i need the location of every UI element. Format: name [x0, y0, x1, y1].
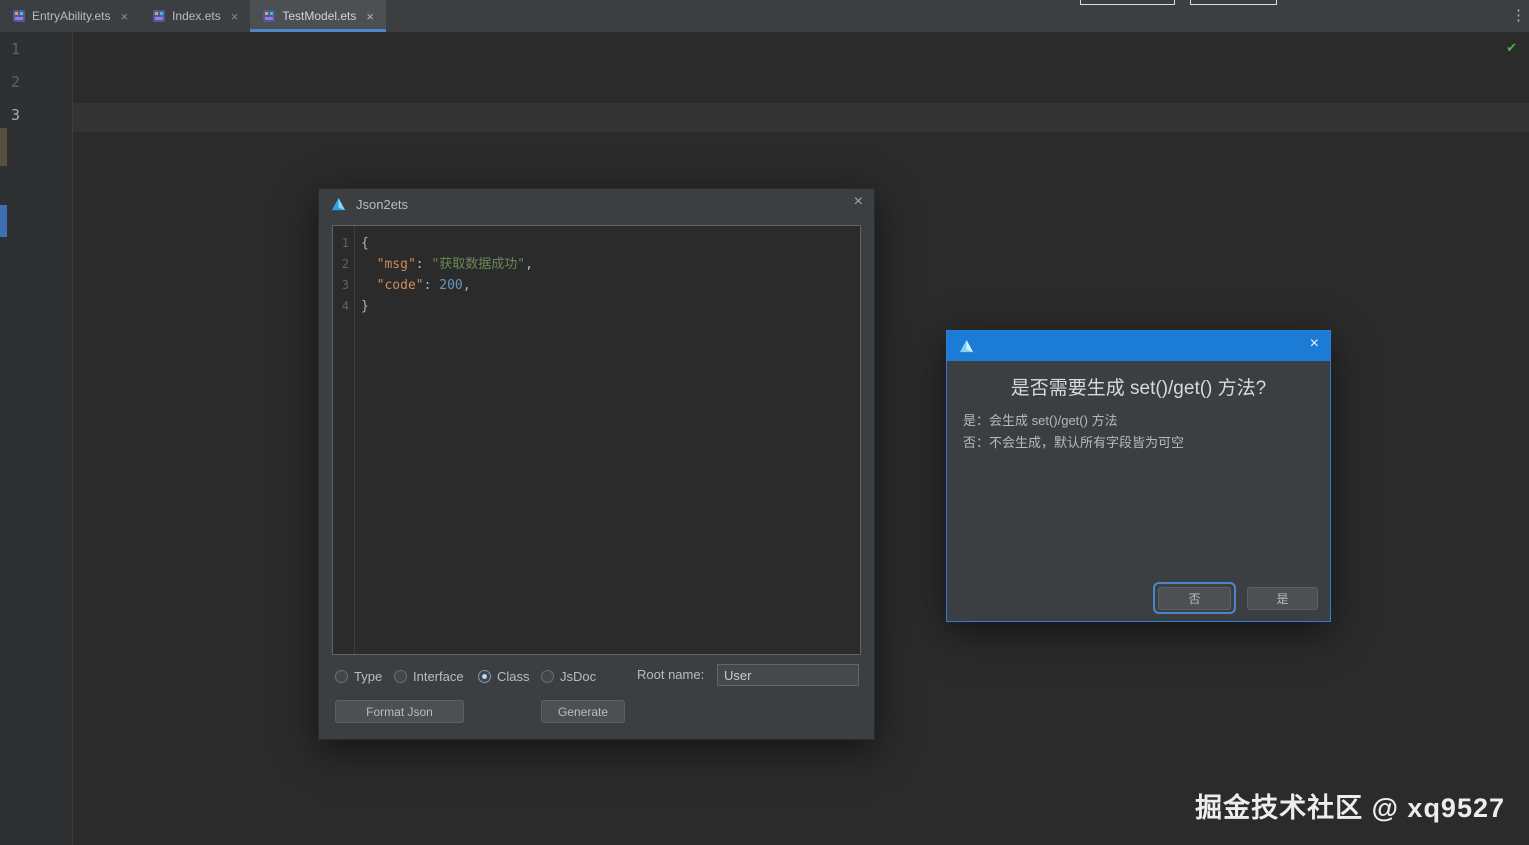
line-number: 3: [11, 106, 21, 124]
code-token: :: [423, 278, 440, 293]
radio-label[interactable]: JsDoc: [560, 669, 596, 684]
dialog-title: Json2ets: [356, 196, 409, 212]
tab-options-kebab-icon[interactable]: ⋮: [1511, 6, 1526, 24]
radio-label[interactable]: Type: [354, 669, 382, 684]
ets-file-icon: [12, 9, 26, 23]
close-icon[interactable]: ×: [854, 194, 863, 210]
radio-label[interactable]: Class: [497, 669, 530, 684]
line-number: 3: [341, 278, 349, 292]
ets-file-icon: [152, 9, 166, 23]
json-editor-gutter: 1 2 3 4: [333, 226, 355, 654]
radio-interface[interactable]: Interface: [394, 665, 464, 687]
line-number: 1: [11, 40, 21, 58]
ide-window: EntryAbility.ets × Index.ets × TestModel…: [0, 0, 1529, 845]
setget-confirm-dialog: × 是否需要生成 set()/get() 方法? 是：会生成 set()/get…: [946, 330, 1331, 622]
radio-circle-icon[interactable]: [394, 669, 407, 683]
tab-close-icon[interactable]: ×: [366, 10, 374, 23]
code-token: ,: [525, 257, 533, 272]
radio-label[interactable]: Interface: [413, 669, 464, 684]
json2ets-dialog-titlebar[interactable]: Json2ets ×: [319, 189, 874, 219]
line-number: 2: [341, 257, 349, 271]
json2ets-logo-icon: [331, 197, 346, 212]
tab-index[interactable]: Index.ets ×: [140, 0, 250, 32]
format-json-button[interactable]: Format Json: [335, 700, 464, 723]
json-input-editor[interactable]: 1 2 3 4 { "msg": "获取数据成功", "code": 200, …: [332, 225, 861, 655]
json-code: { "msg": "获取数据成功", "code": 200, }: [361, 233, 856, 317]
code-line: "code": 200,: [361, 275, 856, 296]
editor-tab-bar: EntryAbility.ets × Index.ets × TestModel…: [0, 0, 1529, 33]
selection-marker: [0, 205, 7, 237]
yes-button[interactable]: 是: [1247, 587, 1318, 610]
confirm-yes-description: 是：会生成 set()/get() 方法: [963, 413, 1118, 428]
code-line: }: [361, 296, 856, 317]
root-name-label: Root name:: [637, 667, 705, 682]
no-button[interactable]: 否: [1158, 587, 1231, 610]
code-token: "msg": [361, 257, 416, 272]
code-token: 200: [439, 278, 463, 293]
line-number: 1: [341, 236, 349, 250]
code-token: ,: [462, 278, 471, 293]
json2ets-logo-icon: [959, 339, 974, 354]
toolbar-widget-cutoff[interactable]: [1080, 0, 1175, 5]
confirm-question-title: 是否需要生成 set()/get() 方法?: [1010, 378, 1267, 399]
radio-type[interactable]: Type: [335, 665, 382, 687]
tab-testmodel-active[interactable]: TestModel.ets ×: [250, 0, 386, 32]
code-token: {: [361, 236, 369, 251]
radio-class-selected[interactable]: Class: [478, 665, 530, 687]
radio-circle-icon[interactable]: [478, 669, 491, 683]
radio-jsdoc[interactable]: JsDoc: [541, 665, 596, 687]
code-token: "获取数据成功": [431, 257, 526, 272]
line-number: 4: [341, 299, 349, 313]
generate-button[interactable]: Generate: [541, 700, 625, 723]
tab-label: TestModel.ets: [282, 9, 357, 23]
watermark-text: 掘金技术社区 @ xq9527: [1195, 793, 1505, 823]
confirm-dialog-titlebar[interactable]: ×: [947, 331, 1330, 361]
editor-gutter: 1 2 3: [0, 33, 73, 845]
toolbar-widget-cutoff[interactable]: [1190, 0, 1277, 5]
caret-line-highlight: [0, 103, 1529, 132]
code-line: "msg": "获取数据成功",: [361, 254, 856, 275]
tab-close-icon[interactable]: ×: [120, 10, 128, 23]
json2ets-dialog: Json2ets × 1 2 3 4 { "msg": "获取数据成功", "c…: [318, 188, 875, 740]
ets-file-icon: [262, 9, 276, 23]
radio-circle-icon[interactable]: [335, 669, 348, 683]
code-line: {: [361, 233, 856, 254]
line-number: 2: [11, 73, 21, 91]
radio-circle-icon[interactable]: [541, 669, 554, 683]
tab-label: EntryAbility.ets: [32, 9, 111, 23]
tab-close-icon[interactable]: ×: [231, 10, 239, 23]
tab-entryability[interactable]: EntryAbility.ets ×: [0, 0, 140, 32]
inspection-ok-check-icon[interactable]: ✔: [1506, 40, 1517, 56]
tab-label: Index.ets: [172, 9, 221, 23]
close-icon[interactable]: ×: [1310, 336, 1319, 352]
code-token: "code": [361, 278, 424, 293]
vcs-change-marker: [0, 128, 7, 166]
code-token: :: [415, 257, 432, 272]
confirm-no-description: 否：不会生成，默认所有字段皆为可空: [963, 435, 1185, 450]
root-name-input[interactable]: [717, 664, 859, 686]
code-token: }: [361, 299, 369, 314]
